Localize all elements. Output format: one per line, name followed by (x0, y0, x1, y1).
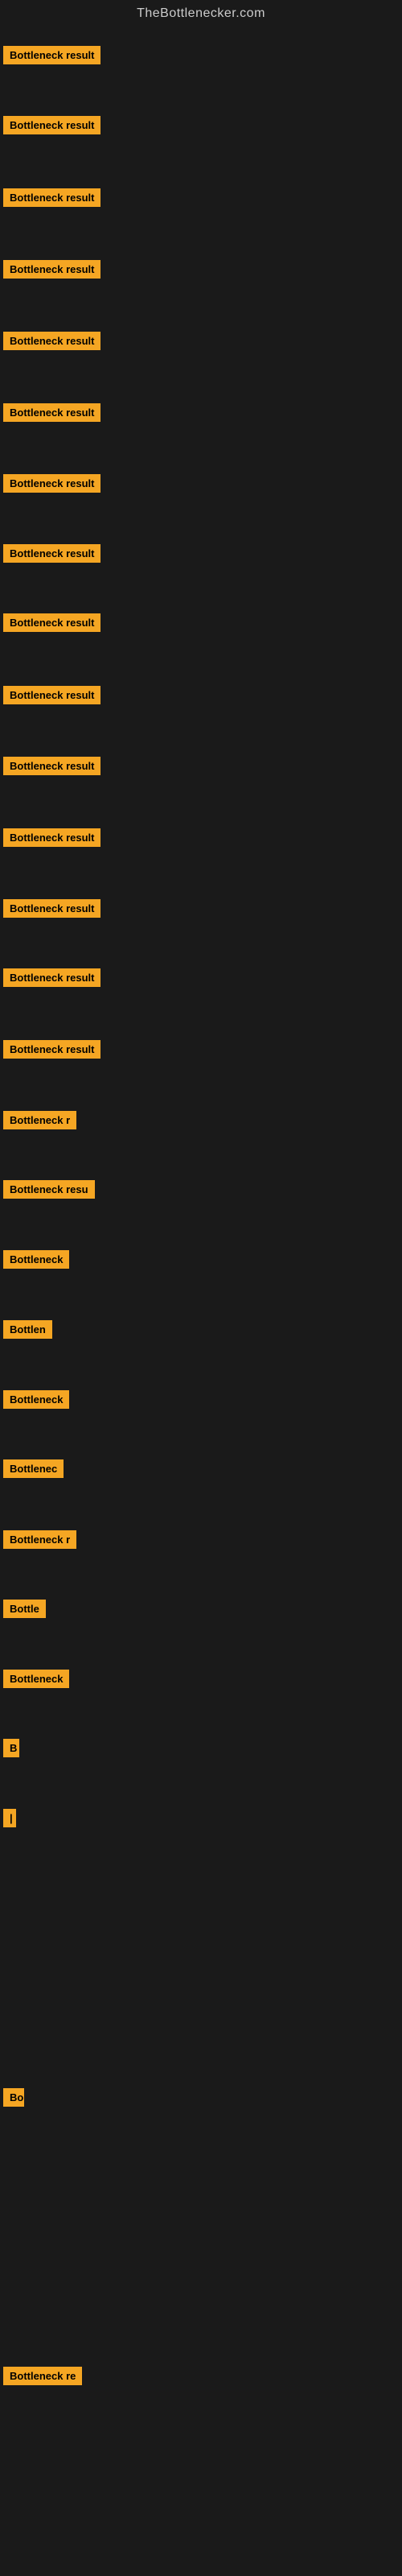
bottleneck-badge: Bottleneck result (3, 403, 100, 422)
bottleneck-badge: Bottleneck (3, 1390, 69, 1409)
list-item: Bottleneck (3, 1390, 69, 1413)
list-item: Bottlenec (3, 1459, 64, 1482)
list-item: Bottleneck result (3, 116, 100, 138)
list-item: Bottleneck result (3, 260, 100, 283)
site-title: TheBottlenecker.com (0, 0, 402, 27)
list-item: Bottlen (3, 1320, 52, 1343)
bottleneck-badge: Bottleneck result (3, 613, 100, 632)
bottleneck-badge: Bottleneck resu (3, 1180, 95, 1199)
bottleneck-badge: Bottleneck result (3, 260, 100, 279)
bottleneck-badge: Bottleneck (3, 1250, 69, 1269)
list-item: Bottleneck result (3, 686, 100, 708)
bottleneck-badge: Bottleneck result (3, 544, 100, 563)
bottleneck-badge: | (3, 1809, 16, 1827)
bottleneck-badge: B (3, 1739, 19, 1757)
list-item: Bottleneck result (3, 403, 100, 426)
bottleneck-badge: Bottleneck result (3, 188, 100, 207)
list-item: Bottleneck result (3, 968, 100, 991)
list-item: Bottleneck result (3, 544, 100, 567)
list-item: Bottleneck re (3, 2367, 82, 2389)
list-item: Bottleneck result (3, 828, 100, 851)
list-item: Bottleneck result (3, 613, 100, 636)
bottleneck-badge: Bottlenec (3, 1459, 64, 1478)
site-title-container: TheBottlenecker.com (0, 0, 402, 27)
list-item: Bottleneck r (3, 1530, 76, 1553)
list-item: B (3, 1739, 19, 1761)
list-item: Bottleneck r (3, 1111, 76, 1133)
list-item: Bottleneck result (3, 188, 100, 211)
bottleneck-badge: Bottleneck result (3, 828, 100, 847)
bottleneck-badge: Bottleneck result (3, 1040, 100, 1059)
bottleneck-badge: Bottlen (3, 1320, 52, 1339)
list-item: Bo (3, 2088, 24, 2111)
list-item: Bottle (3, 1600, 46, 1622)
bottleneck-badge: Bottleneck result (3, 686, 100, 704)
list-item: Bottleneck (3, 1670, 69, 1692)
bottleneck-badge: Bottleneck result (3, 474, 100, 493)
bottleneck-badge: Bottleneck r (3, 1530, 76, 1549)
list-item: | (3, 1809, 16, 1831)
bottleneck-badge: Bottleneck result (3, 332, 100, 350)
list-item: Bottleneck result (3, 332, 100, 354)
list-item: Bottleneck result (3, 1040, 100, 1063)
bottleneck-badge: Bottleneck result (3, 899, 100, 918)
list-item: Bottleneck result (3, 46, 100, 68)
bottleneck-badge: Bo (3, 2088, 24, 2107)
bottleneck-badge: Bottleneck result (3, 757, 100, 775)
bottleneck-badge: Bottleneck result (3, 968, 100, 987)
bottleneck-badge: Bottleneck result (3, 46, 100, 64)
bottleneck-badge: Bottleneck result (3, 116, 100, 134)
list-item: Bottleneck (3, 1250, 69, 1273)
bottleneck-badge: Bottleneck re (3, 2367, 82, 2385)
bottleneck-badge: Bottleneck r (3, 1111, 76, 1129)
bottleneck-badge: Bottleneck (3, 1670, 69, 1688)
bottleneck-badge: Bottle (3, 1600, 46, 1618)
list-item: Bottleneck result (3, 899, 100, 922)
list-item: Bottleneck resu (3, 1180, 95, 1203)
list-item: Bottleneck result (3, 474, 100, 497)
list-item: Bottleneck result (3, 757, 100, 779)
